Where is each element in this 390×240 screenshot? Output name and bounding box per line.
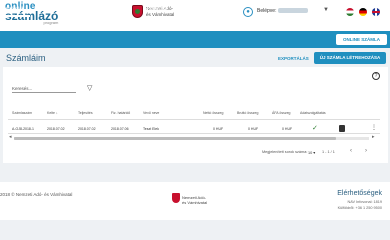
column-header-issue-date[interactable]: Kelte ↓ <box>47 111 58 115</box>
nav-item-information[interactable]: Információk <box>137 0 175 17</box>
nav-item-partners[interactable]: Partnerek <box>33 0 66 17</box>
column-header-due-date[interactable]: Fiz. határidő <box>111 111 130 115</box>
user-name-redacted <box>278 8 309 14</box>
nav-item-products[interactable]: Termékek <box>67 0 100 17</box>
invoice-list-card <box>3 67 388 163</box>
cell-vat: 0 HUF <box>282 127 293 131</box>
footer-copyright: 2018 © Nemzeti Adó- és Vámhivatal <box>0 192 73 197</box>
cell-due-date: 2018.07.06 <box>111 127 129 131</box>
more-vertical-icon[interactable]: ⋮ <box>371 124 377 131</box>
footer-abroad-line: Külföldről: +36 1 250 9500 <box>337 206 382 210</box>
cell-gross: 0 HUF <box>248 127 259 131</box>
column-header-data-reporting[interactable]: Adatszolgáltatás <box>300 111 326 115</box>
prev-page-icon[interactable]: ‹ <box>350 148 352 154</box>
chevron-down-icon: ▾ <box>313 151 316 155</box>
login-status[interactable]: Belépve: <box>257 8 309 14</box>
nav-item-invoices[interactable]: Számlák <box>0 0 31 17</box>
cell-issue-date: 2018.07.02 <box>47 127 65 131</box>
search-input[interactable]: Keresés... <box>12 86 76 93</box>
filter-icon[interactable]: ▽ <box>87 84 92 92</box>
flag-hu-icon[interactable] <box>346 8 354 16</box>
rows-per-page-select[interactable]: 10 ▾ <box>308 150 315 155</box>
checkmark-icon: ✓ <box>312 125 318 132</box>
flag-de-icon[interactable] <box>359 8 367 16</box>
flag-en-icon[interactable] <box>372 8 380 16</box>
page-range: 1 - 1 / 1 <box>322 150 335 154</box>
footer-contacts-title: Elérhetőségek <box>337 190 382 197</box>
column-header-vat[interactable]: ÁFA összeg <box>272 111 290 115</box>
cell-buyer: Teszt Elek <box>143 127 159 131</box>
rows-per-page-label: Megjelenített sorok száma: <box>262 150 308 154</box>
chevron-down-icon[interactable]: ▼ <box>323 7 329 13</box>
document-icon[interactable] <box>339 125 345 132</box>
header-divider <box>8 119 380 120</box>
column-header-gross[interactable]: Bruttó összeg <box>237 111 258 115</box>
column-header-net[interactable]: Nettó összeg <box>203 111 223 115</box>
footer-authority-name: Nemzeti Adó- és Vámhivatal <box>182 195 208 205</box>
column-header-buyer[interactable]: Vevő neve <box>143 111 159 115</box>
column-header-invoice-no[interactable]: Számlaszám <box>12 111 32 115</box>
column-header-fulfillment[interactable]: Teljesítés <box>78 111 93 115</box>
help-icon[interactable]: ? <box>372 72 380 80</box>
nav-item-settings[interactable]: Beállítások <box>101 0 137 17</box>
footer-infoline: NAV Infovonal: 1819 <box>347 200 382 204</box>
footer-crest-icon <box>172 193 180 203</box>
scroll-left-icon[interactable]: ◂ <box>9 134 12 140</box>
horizontal-scrollbar-thumb[interactable] <box>14 137 336 140</box>
next-page-icon[interactable]: › <box>365 148 367 154</box>
export-button[interactable]: EXPORTÁLÁS <box>278 56 309 61</box>
scroll-right-icon[interactable]: ▸ <box>372 134 375 140</box>
new-invoice-button[interactable]: ÚJ SZÁMLA LÉTREHOZÁSA <box>314 52 386 64</box>
main-navbar <box>0 31 390 48</box>
cell-net: 0 HUF <box>213 127 224 131</box>
page-title: Számláim <box>6 53 46 63</box>
user-account-icon[interactable]: ● <box>243 7 253 17</box>
sort-arrow-down-icon: ↓ <box>55 111 58 115</box>
cell-fulfillment: 2018.07.02 <box>78 127 96 131</box>
cell-invoice-no[interactable]: A-OJ8-2018-1 <box>12 127 34 131</box>
row-divider <box>8 133 380 134</box>
online-invoice-button[interactable]: ONLINE SZÁMLA <box>336 34 387 45</box>
